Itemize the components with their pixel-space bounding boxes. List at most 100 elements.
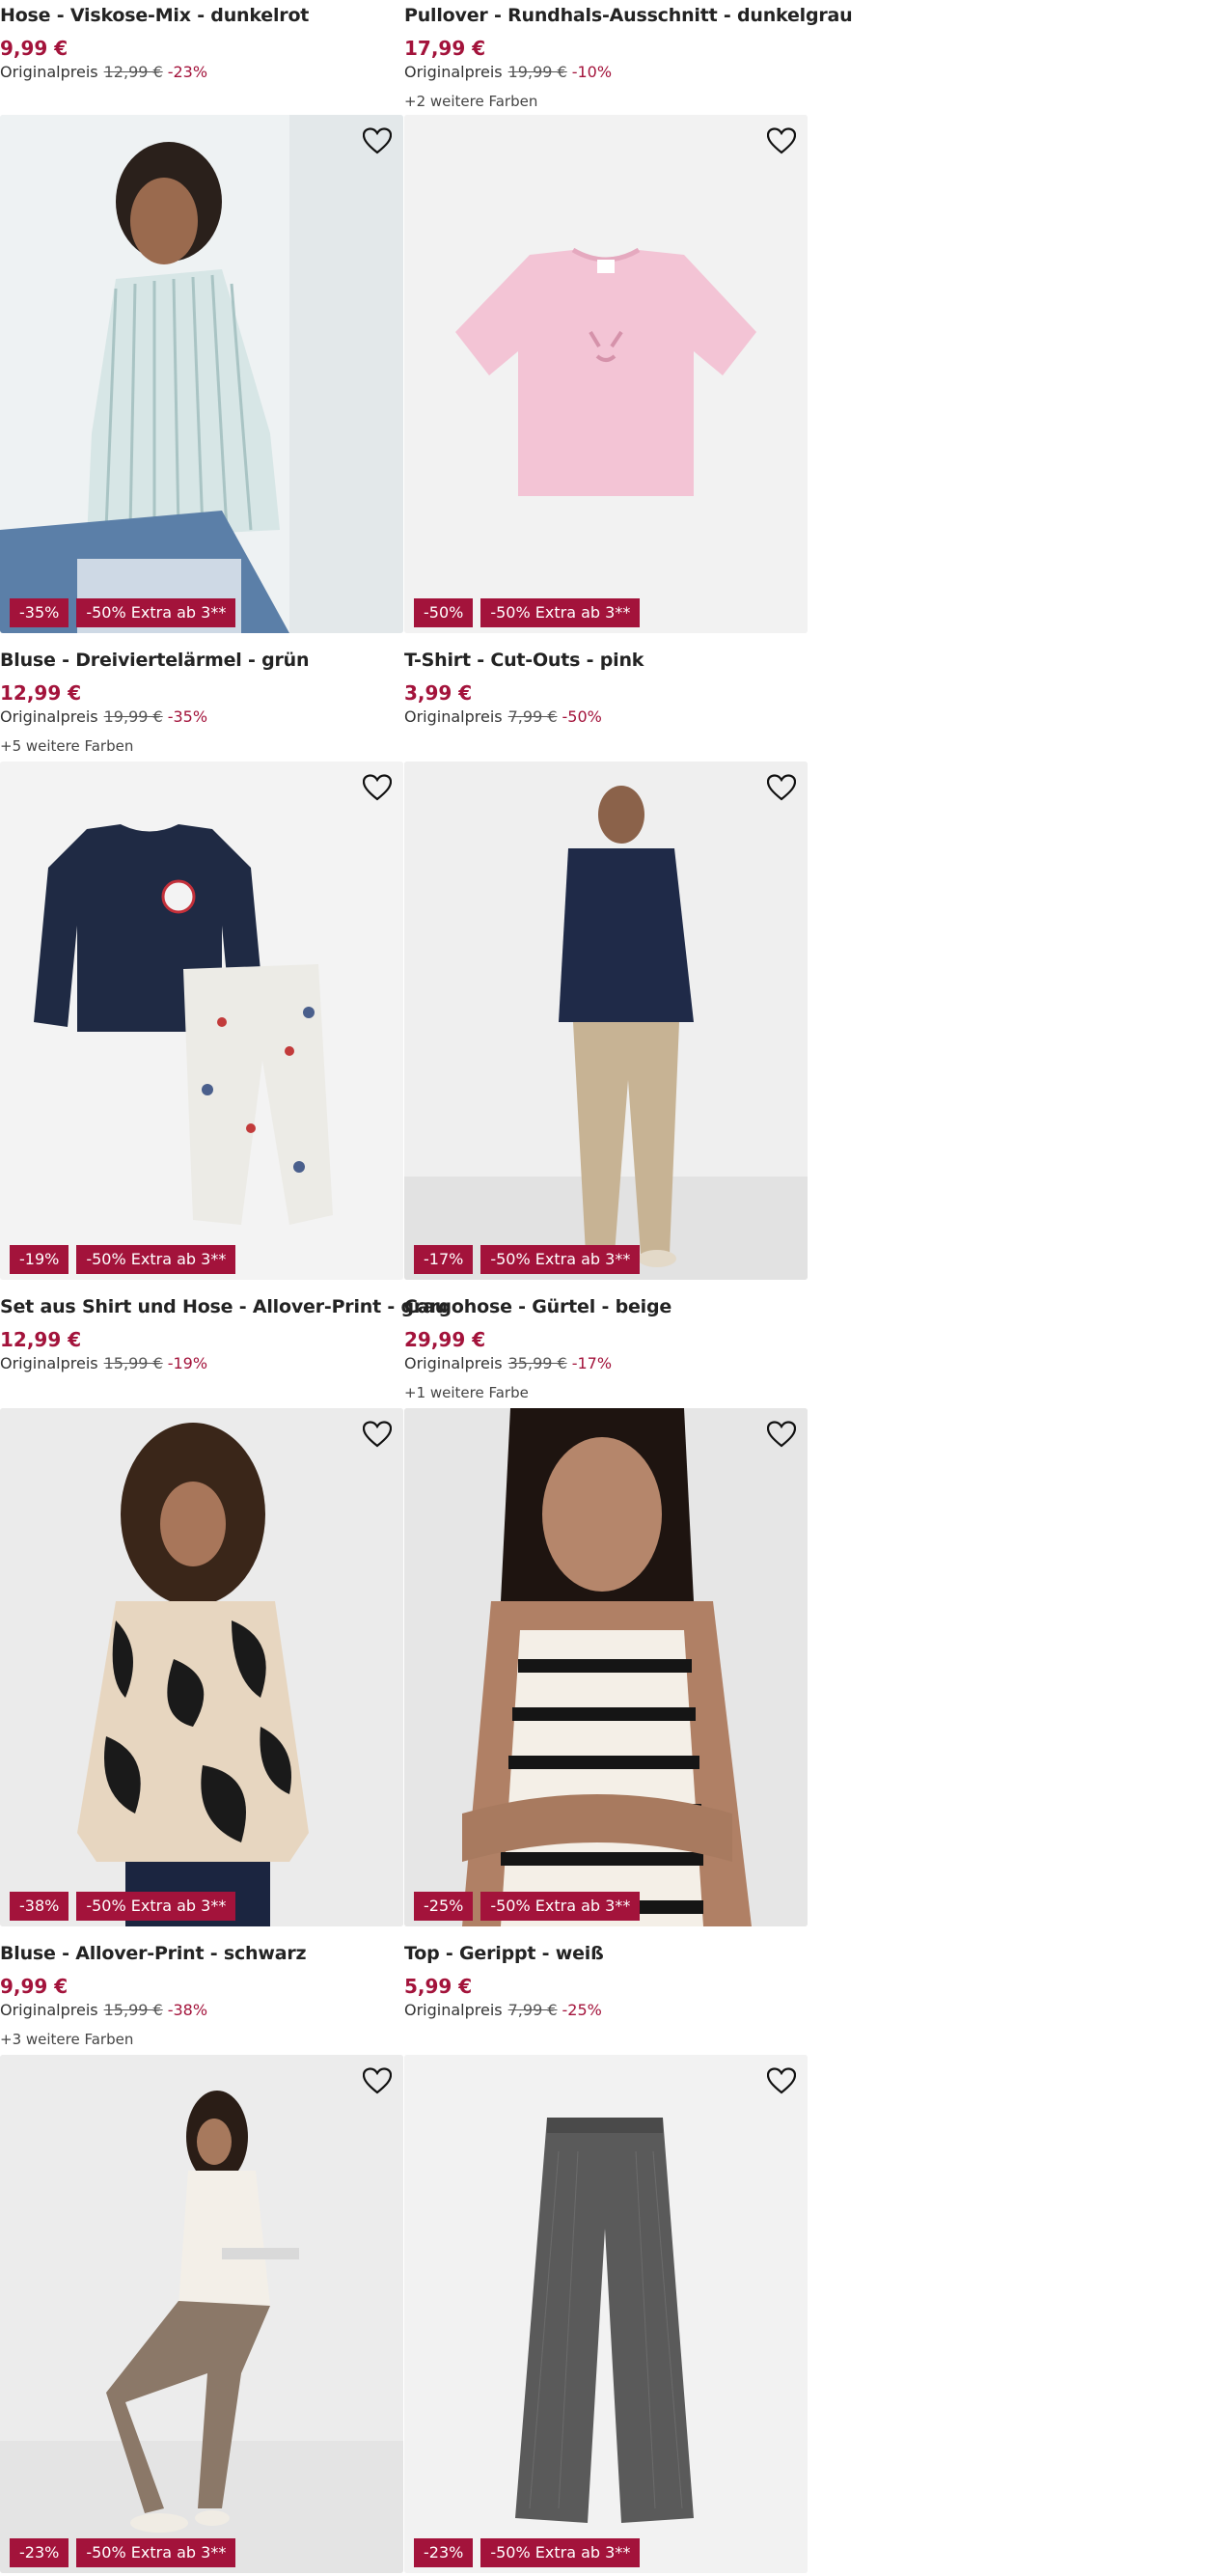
wishlist-heart-icon[interactable] [361, 771, 394, 804]
product-name[interactable]: Bluse - Dreiviertelärmel - grün [0, 650, 310, 671]
product-price: 17,99 € [404, 37, 486, 60]
product-info[interactable]: Cargohose - Gürtel - beige 29,99 € Origi… [404, 1291, 808, 1407]
original-price-value: 7,99 € [507, 2001, 558, 2019]
woman-print-blouse-photo [0, 1408, 403, 1926]
product-info[interactable]: Set aus Shirt und Hose - Allover-Print -… [0, 1291, 448, 1407]
discount-badge: -23% [10, 2538, 69, 2567]
discount-value: -50% [562, 707, 602, 726]
badge-group: -17% -50% Extra ab 3** [414, 1245, 641, 1274]
discount-badge: -50% [414, 598, 474, 627]
discount-badge: -38% [10, 1892, 69, 1921]
extra-discount-badge: -50% Extra ab 3** [480, 598, 641, 627]
extra-discount-badge: -50% Extra ab 3** [480, 1892, 641, 1921]
original-price-label: Originalpreis [404, 707, 503, 726]
wishlist-heart-icon[interactable] [361, 2064, 394, 2097]
product-info[interactable]: Bluse - Dreiviertelärmel - grün 12,99 € … [0, 645, 403, 761]
kids-shirt-and-pants-photo [0, 762, 403, 1280]
product-name[interactable]: Top - Gerippt - weiß [404, 1943, 604, 1964]
more-colors[interactable]: +1 weitere Farbe [404, 1384, 529, 1401]
product-name[interactable]: T-Shirt - Cut-Outs - pink [404, 650, 644, 671]
discount-value: -19% [167, 1354, 208, 1372]
product-image-card[interactable]: -23% -50% Extra ab 3** [0, 2055, 403, 2573]
wishlist-heart-icon[interactable] [361, 1418, 394, 1451]
discount-badge: -35% [10, 598, 69, 627]
discount-value: -10% [571, 63, 613, 81]
product-image-card[interactable]: -23% -50% Extra ab 3** [404, 2055, 808, 2573]
wishlist-heart-icon[interactable] [765, 2064, 798, 2097]
badge-group: -35% -50% Extra ab 3** [10, 598, 236, 627]
wishlist-heart-icon[interactable] [765, 1418, 798, 1451]
original-price-label: Originalpreis [0, 1354, 98, 1372]
product-image-card[interactable]: -17% -50% Extra ab 3** [404, 762, 808, 1280]
product-info[interactable]: Bluse - Allover-Print - schwarz 9,99 € O… [0, 1938, 403, 2054]
product-image-card[interactable]: -50% -50% Extra ab 3** [404, 115, 808, 633]
product-name[interactable]: Hose - Viskose-Mix - dunkelrot [0, 5, 309, 26]
discount-value: -38% [167, 2001, 208, 2019]
product-info[interactable]: T-Shirt - Cut-Outs - pink 3,99 € Origina… [404, 645, 808, 761]
original-price: Originalpreis 35,99 € -17% [404, 1354, 612, 1372]
grey-knit-pants-photo [404, 2055, 808, 2573]
badge-group: -38% -50% Extra ab 3** [10, 1892, 236, 1921]
original-price-value: 7,99 € [507, 707, 558, 726]
original-price: Originalpreis 12,99 € -23% [0, 63, 207, 81]
product-price: 9,99 € [0, 37, 69, 60]
extra-discount-badge: -50% Extra ab 3** [76, 2538, 236, 2567]
woman-striped-top-photo [404, 1408, 808, 1926]
product-name[interactable]: Pullover - Rundhals-Ausschnitt - dunkelg… [404, 5, 853, 26]
product-price: 29,99 € [404, 1328, 486, 1351]
original-price: Originalpreis 19,99 € -35% [0, 707, 207, 726]
original-price: Originalpreis 15,99 € -19% [0, 1354, 207, 1372]
woman-striped-blouse-photo [0, 115, 403, 633]
more-colors[interactable]: +2 weitere Farben [404, 93, 537, 110]
discount-value: -17% [571, 1354, 613, 1372]
original-price-value: 19,99 € [507, 63, 567, 81]
more-colors[interactable]: +3 weitere Farben [0, 2031, 133, 2048]
product-name[interactable]: Set aus Shirt und Hose - Allover-Print -… [0, 1296, 448, 1317]
original-price-value: 35,99 € [507, 1354, 567, 1372]
original-price: Originalpreis 7,99 € -50% [404, 707, 602, 726]
product-price: 12,99 € [0, 1328, 82, 1351]
wishlist-heart-icon[interactable] [361, 125, 394, 157]
product-image-card[interactable]: -35% -50% Extra ab 3** [0, 115, 403, 633]
wishlist-heart-icon[interactable] [765, 125, 798, 157]
badge-group: -19% -50% Extra ab 3** [10, 1245, 236, 1274]
pink-tshirt-photo [404, 115, 808, 633]
woman-leather-leggings-photo [0, 2055, 403, 2573]
product-name[interactable]: Bluse - Allover-Print - schwarz [0, 1943, 307, 1964]
original-price-label: Originalpreis [0, 707, 98, 726]
badge-group: -50% -50% Extra ab 3** [414, 598, 641, 627]
extra-discount-badge: -50% Extra ab 3** [480, 1245, 641, 1274]
original-price-value: 12,99 € [103, 63, 163, 81]
more-colors[interactable]: +5 weitere Farben [0, 737, 133, 755]
product-info[interactable]: Pullover - Rundhals-Ausschnitt - dunkelg… [404, 0, 853, 116]
product-name[interactable]: Cargohose - Gürtel - beige [404, 1296, 672, 1317]
discount-badge: -25% [414, 1892, 474, 1921]
badge-group: -23% -50% Extra ab 3** [10, 2538, 236, 2567]
original-price-label: Originalpreis [404, 1354, 503, 1372]
product-info[interactable]: Hose - Viskose-Mix - dunkelrot 9,99 € Or… [0, 0, 403, 116]
product-price: 5,99 € [404, 1975, 473, 1998]
original-price: Originalpreis 19,99 € -10% [404, 63, 612, 81]
product-info[interactable]: Top - Gerippt - weiß 5,99 € Originalprei… [404, 1938, 808, 2054]
original-price-label: Originalpreis [0, 2001, 98, 2019]
product-image-card[interactable]: -25% -50% Extra ab 3** [404, 1408, 808, 1926]
original-price-label: Originalpreis [0, 63, 98, 81]
original-price-value: 15,99 € [103, 1354, 163, 1372]
original-price: Originalpreis 7,99 € -25% [404, 2001, 602, 2019]
extra-discount-badge: -50% Extra ab 3** [76, 1245, 236, 1274]
extra-discount-badge: -50% Extra ab 3** [480, 2538, 641, 2567]
discount-badge: -23% [414, 2538, 474, 2567]
discount-badge: -17% [414, 1245, 474, 1274]
product-price: 12,99 € [0, 681, 82, 705]
original-price: Originalpreis 15,99 € -38% [0, 2001, 207, 2019]
product-image-card[interactable]: -19% -50% Extra ab 3** [0, 762, 403, 1280]
badge-group: -25% -50% Extra ab 3** [414, 1892, 641, 1921]
wishlist-heart-icon[interactable] [765, 771, 798, 804]
discount-value: -35% [167, 707, 208, 726]
original-price-value: 19,99 € [103, 707, 163, 726]
original-price-label: Originalpreis [404, 2001, 503, 2019]
original-price-label: Originalpreis [404, 63, 503, 81]
product-image-card[interactable]: -38% -50% Extra ab 3** [0, 1408, 403, 1926]
product-price: 3,99 € [404, 681, 473, 705]
extra-discount-badge: -50% Extra ab 3** [76, 1892, 236, 1921]
